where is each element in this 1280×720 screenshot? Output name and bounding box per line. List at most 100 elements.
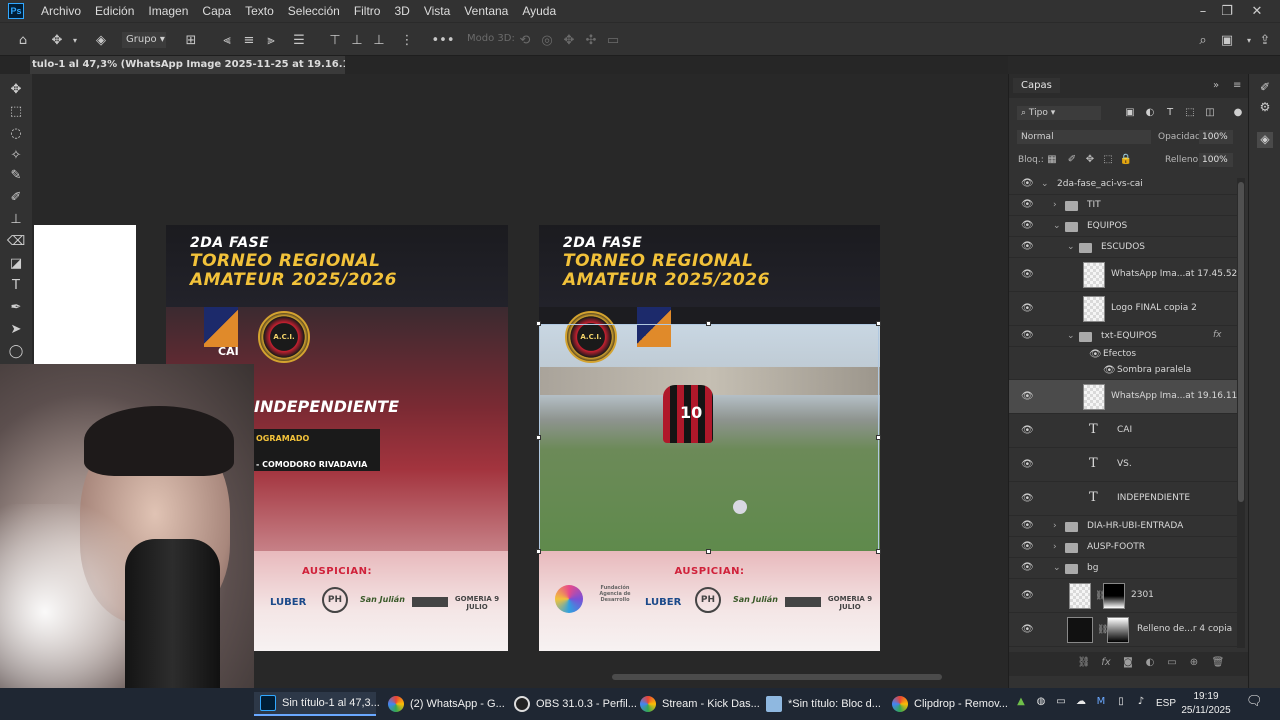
chevron-down-icon[interactable]: ▾ <box>66 31 84 49</box>
transform-handle[interactable] <box>536 321 541 326</box>
chevron-down-icon[interactable]: ⌄ <box>1053 563 1061 573</box>
filter-adjustment-icon[interactable]: ◐ <box>1143 106 1157 120</box>
paint-bucket-icon[interactable]: ◪ <box>7 254 25 272</box>
menu-ventana[interactable]: Ventana <box>457 4 515 18</box>
layer-row[interactable]: 👁 WhatsApp Ima...at 17.45.52 <box>1009 258 1237 292</box>
cloud-icon[interactable]: ☁ <box>1074 696 1088 710</box>
chevron-right-icon[interactable]: › <box>1053 200 1057 210</box>
lock-position-icon[interactable]: ✥ <box>1083 153 1097 167</box>
layer-row[interactable]: 👁 T CAI <box>1009 414 1237 448</box>
menu-edicion[interactable]: Edición <box>88 4 141 18</box>
transform-handle[interactable] <box>876 549 881 554</box>
eye-icon[interactable]: 👁 <box>1021 624 1034 635</box>
chevron-down-icon[interactable]: ⌄ <box>1041 179 1049 189</box>
layer-row[interactable]: 👁 ⌄ EQUIPOS <box>1009 216 1237 237</box>
battery-icon[interactable]: ▯ <box>1114 696 1128 710</box>
tab-capas[interactable]: Capas <box>1013 78 1060 93</box>
adjustment-layer-icon[interactable]: ◐ <box>1143 657 1157 671</box>
taskbar-app-obs[interactable]: OBS 31.0.3 - Perfil... <box>508 692 637 716</box>
eye-icon[interactable]: 👁 <box>1021 459 1034 470</box>
menu-archivo[interactable]: Archivo <box>34 4 88 18</box>
lasso-tool-icon[interactable]: ◌ <box>7 124 25 142</box>
taskbar-app-whatsapp[interactable]: (2) WhatsApp - G... <box>382 692 505 716</box>
align-center-icon[interactable]: ≡ <box>240 31 258 49</box>
layers-icon[interactable]: ◈ <box>1257 132 1273 148</box>
tray-m-icon[interactable]: M <box>1094 696 1108 710</box>
eye-icon[interactable]: 👁 <box>1021 493 1034 504</box>
opacity-input[interactable]: 100% <box>1199 130 1233 144</box>
layer-row[interactable]: 👁 ⌄ txt-EQUIPOS fx <box>1009 326 1237 347</box>
network-icon[interactable]: ▭ <box>1054 696 1068 710</box>
transform-handle[interactable] <box>706 321 711 326</box>
layer-row[interactable]: 👁 Logo FINAL copia 2 <box>1009 292 1237 326</box>
align-top-icon[interactable]: ⊤ <box>326 31 344 49</box>
lock-all-icon[interactable]: 🔒 <box>1119 153 1133 167</box>
adjustments-icon[interactable]: ⚙ <box>1257 100 1273 116</box>
eraser-tool-icon[interactable]: ⌫ <box>7 232 25 250</box>
chevron-right-icon[interactable]: › <box>1053 521 1057 531</box>
filter-pixel-icon[interactable]: ▣ <box>1123 106 1137 120</box>
eyedropper-icon[interactable]: ✎ <box>7 166 25 184</box>
blend-mode-select[interactable]: Normal <box>1017 130 1151 144</box>
menu-3d[interactable]: 3D <box>387 4 416 18</box>
marquee-tool-icon[interactable]: ⬚ <box>7 102 25 120</box>
fx-icon[interactable]: fx <box>1213 330 1222 340</box>
menu-seleccion[interactable]: Selección <box>281 4 347 18</box>
lock-artboard-icon[interactable]: ⬚ <box>1101 153 1115 167</box>
taskbar-app-photoshop[interactable]: Sin título-1 al 47,3... <box>254 692 380 716</box>
filter-shape-icon[interactable]: ⬚ <box>1183 106 1197 120</box>
type-tool-icon[interactable]: T <box>7 276 25 294</box>
effect-row[interactable]: 👁 Efectos <box>1009 347 1237 363</box>
move-tool-icon[interactable]: ✥ <box>7 80 25 98</box>
align-middle-icon[interactable]: ⊥ <box>348 31 366 49</box>
filter-type-icon[interactable]: T <box>1163 106 1177 120</box>
move-tool-icon[interactable]: ✥ <box>48 31 66 49</box>
lock-paint-icon[interactable]: ✐ <box>1065 153 1079 167</box>
layer-row[interactable]: 👁 › DIA-HR-UBI-ENTRADA <box>1009 516 1237 537</box>
search-icon[interactable]: ⌕ <box>1194 31 1212 49</box>
filter-toggle-icon[interactable]: ● <box>1231 106 1245 120</box>
path-select-icon[interactable]: ➤ <box>7 320 25 338</box>
auto-select-icon[interactable]: ◈ <box>92 31 110 49</box>
transform-handle[interactable] <box>536 435 541 440</box>
transform-handle[interactable] <box>706 549 711 554</box>
align-right-icon[interactable]: ⫸ <box>262 31 280 49</box>
tray-antivirus-icon[interactable]: ◍ <box>1034 696 1048 710</box>
chevron-right-icon[interactable]: › <box>1053 542 1057 552</box>
eye-icon[interactable]: 👁 <box>1021 541 1034 552</box>
menu-ayuda[interactable]: Ayuda <box>515 4 563 18</box>
align-bottom-icon[interactable]: ⊥ <box>370 31 388 49</box>
volume-icon[interactable]: ♪ <box>1134 696 1148 710</box>
panel-menu-icon[interactable]: ≡ <box>1233 80 1241 91</box>
collapse-panel-icon[interactable]: » <box>1213 80 1219 91</box>
eye-icon[interactable]: 👁 <box>1021 520 1034 531</box>
layer-row[interactable]: 👁 ⛓ Relleno de...r 4 copia <box>1009 613 1237 647</box>
chevron-down-icon[interactable]: ⌄ <box>1067 242 1075 252</box>
transform-frame[interactable] <box>539 324 879 552</box>
new-layer-icon[interactable]: ⊕ <box>1187 657 1201 671</box>
layers-scrollbar[interactable] <box>1237 178 1245 648</box>
chevron-down-icon[interactable]: ⌄ <box>1053 221 1061 231</box>
layer-filter-select[interactable]: ⌕ Tipo ▾ <box>1017 106 1101 120</box>
eye-icon[interactable]: 👁 <box>1021 562 1034 573</box>
taskbar-app-kick[interactable]: Stream - Kick Das... <box>634 692 760 716</box>
eye-icon[interactable]: 👁 <box>1089 349 1102 360</box>
layer-row[interactable]: 👁 T INDEPENDIENTE <box>1009 482 1237 516</box>
artboard-right[interactable]: 2DA FASE TORNEO REGIONAL AMATEUR 2025/20… <box>539 225 880 651</box>
share-icon[interactable]: ⇪ <box>1256 31 1274 49</box>
fill-input[interactable]: 100% <box>1199 153 1233 167</box>
transform-handle[interactable] <box>876 435 881 440</box>
align-left-icon[interactable]: ⫷ <box>218 31 236 49</box>
menu-filtro[interactable]: Filtro <box>347 4 388 18</box>
add-mask-icon[interactable]: ◙ <box>1121 657 1135 671</box>
eye-icon[interactable]: 👁 <box>1021 330 1034 341</box>
eye-icon[interactable]: 👁 <box>1021 269 1034 280</box>
layer-row[interactable]: 👁 › AUSP-FOOTR <box>1009 537 1237 558</box>
transform-handle[interactable] <box>876 321 881 326</box>
workspace-icon[interactable]: ▣ <box>1218 31 1236 49</box>
brush-tool-icon[interactable]: ✐ <box>7 188 25 206</box>
taskbar-app-clipdrop[interactable]: Clipdrop - Remov... <box>886 692 1008 716</box>
fx-icon[interactable]: fx <box>1099 657 1113 671</box>
new-group-icon[interactable]: ▭ <box>1165 657 1179 671</box>
layer-row[interactable]: 👁 ⛓ 2301 <box>1009 579 1237 613</box>
